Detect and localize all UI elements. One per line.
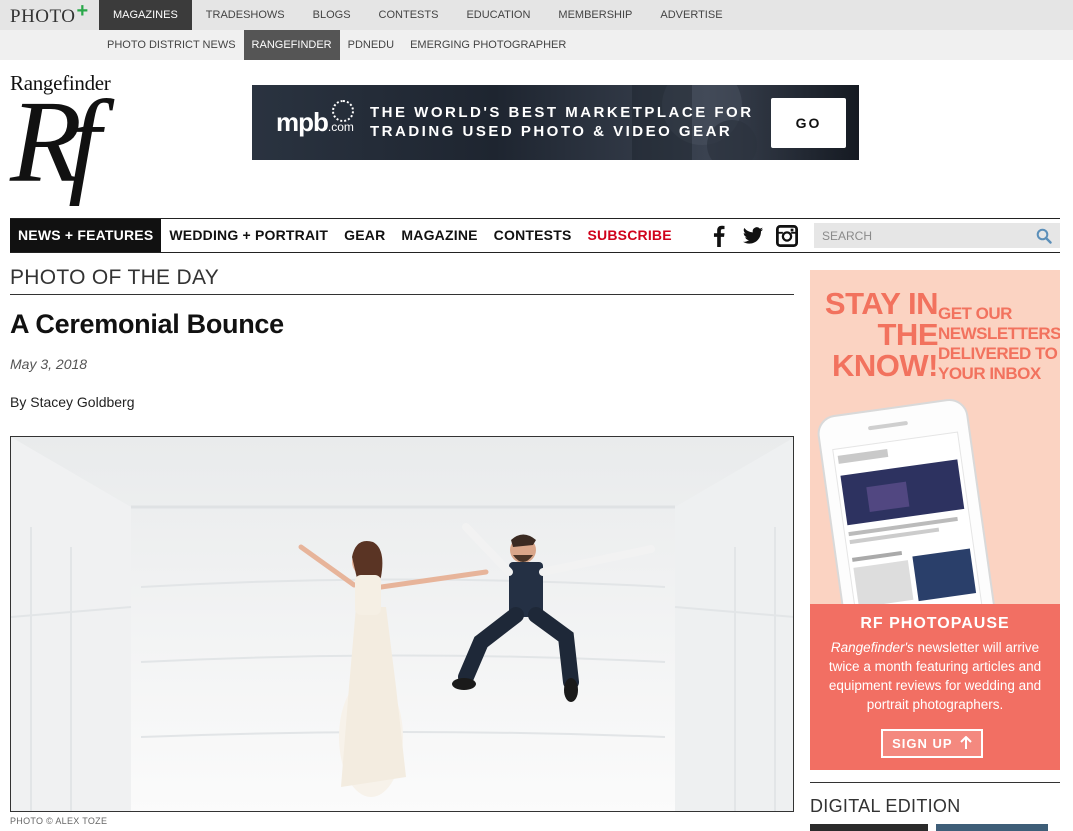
rangefinder-logo[interactable]: Rangefinder Rf: [10, 71, 150, 211]
section-divider: [10, 294, 794, 295]
article-byline: By Stacey Goldberg: [10, 394, 135, 410]
ad-go-button[interactable]: GO: [771, 98, 846, 148]
twitter-icon[interactable]: [742, 225, 764, 247]
photo-plus-logo-text: PHOTO: [10, 6, 76, 27]
rangefinder-monogram: Rf: [10, 76, 101, 207]
sub-nav: PHOTO DISTRICT NEWS RANGEFINDER PDNEDU EMER…: [99, 30, 574, 60]
digital-edition-cover[interactable]: [810, 824, 928, 831]
facebook-icon[interactable]: [708, 225, 730, 247]
top-bar: PHOTO+ MAGAZINES TRADESHOWS BLOGS CONTESTS E…: [0, 0, 1073, 30]
main-nav-contests[interactable]: CONTESTS: [486, 219, 580, 252]
ad-tagline-1: THE WORLD'S BEST MARKETPLACE FOR: [370, 104, 754, 121]
phone-illustration: [817, 399, 997, 610]
sub-nav-emerging-photographer[interactable]: EMERGING PHOTOGRAPHER: [402, 30, 574, 60]
photo-plus-logo-plus: +: [76, 0, 89, 22]
article-photo[interactable]: [10, 436, 794, 812]
top-nav-contests[interactable]: CONTESTS: [365, 0, 453, 30]
main-nav-news-features[interactable]: NEWS + FEATURES: [10, 219, 162, 252]
newsletter-description: Rangefinder's newsletter will arrive twi…: [828, 640, 1042, 712]
digital-edition-divider: [810, 782, 1060, 783]
main-nav-subscribe[interactable]: SUBSCRIBE: [580, 219, 680, 252]
newsletter-title: RF PHOTOPAUSE: [860, 615, 1010, 632]
digital-edition-title[interactable]: DIGITAL EDITION: [810, 796, 961, 817]
digital-edition-cover[interactable]: [936, 824, 1048, 831]
mpb-banner-ad[interactable]: mpb.com THE WORLD'S BEST MARKETPLACE FOR…: [252, 85, 859, 160]
article-date: May 3, 2018: [10, 356, 88, 372]
main-nav: NEWS + FEATURES WEDDING + PORTRAIT GEAR MAG…: [10, 218, 1060, 253]
top-nav-education[interactable]: EDUCATION: [452, 0, 544, 30]
top-nav-tradeshows[interactable]: TRADESHOWS: [192, 0, 299, 30]
sub-bar: PHOTO DISTRICT NEWS RANGEFINDER PDNEDU EMER…: [0, 30, 1073, 60]
top-nav-blogs[interactable]: BLOGS: [299, 0, 365, 30]
photo-plus-logo[interactable]: PHOTO+: [10, 0, 89, 28]
photo-credit: PHOTO © ALEX TOZE: [10, 816, 108, 826]
main-nav-links: NEWS + FEATURES WEDDING + PORTRAIT GEAR MAG…: [10, 219, 680, 252]
top-nav-advertise[interactable]: ADVERTISE: [646, 0, 736, 30]
social-links: [708, 224, 798, 248]
top-nav-magazines[interactable]: MAGAZINES: [99, 0, 192, 30]
top-nav: MAGAZINES TRADESHOWS BLOGS CONTESTS EDUCATIO…: [99, 0, 737, 30]
search-input[interactable]: [814, 223, 1024, 248]
search-icon[interactable]: [1036, 228, 1052, 244]
mpb-logo-icon: [332, 100, 354, 122]
sub-nav-photo-district-news[interactable]: PHOTO DISTRICT NEWS: [99, 30, 244, 60]
main-nav-gear[interactable]: GEAR: [336, 219, 393, 252]
sub-nav-rangefinder[interactable]: RANGEFINDER: [243, 30, 340, 60]
arrow-up-icon: [960, 735, 972, 749]
main-nav-wedding-portrait[interactable]: WEDDING + PORTRAIT: [161, 219, 336, 252]
section-title[interactable]: PHOTO OF THE DAY: [10, 266, 219, 290]
article-title: A Ceremonial Bounce: [10, 309, 284, 339]
search-box: [814, 223, 1060, 248]
ad-tagline-2: TRADING USED PHOTO & VIDEO GEAR: [370, 123, 733, 140]
sign-up-label: SIGN UP: [892, 736, 953, 751]
sign-up-button[interactable]: SIGN UP: [881, 729, 983, 758]
top-nav-membership[interactable]: MEMBERSHIP: [544, 0, 646, 30]
bounce-house-couple-image: [11, 437, 793, 811]
newsletter-ad[interactable]: STAY IN THE KNOW! GET OUR NEWSLETTERS DE…: [810, 270, 1060, 770]
main-nav-magazine[interactable]: MAGAZINE: [393, 219, 485, 252]
instagram-icon[interactable]: [776, 225, 798, 247]
sub-nav-pdnedu[interactable]: PDNEDU: [340, 30, 402, 60]
